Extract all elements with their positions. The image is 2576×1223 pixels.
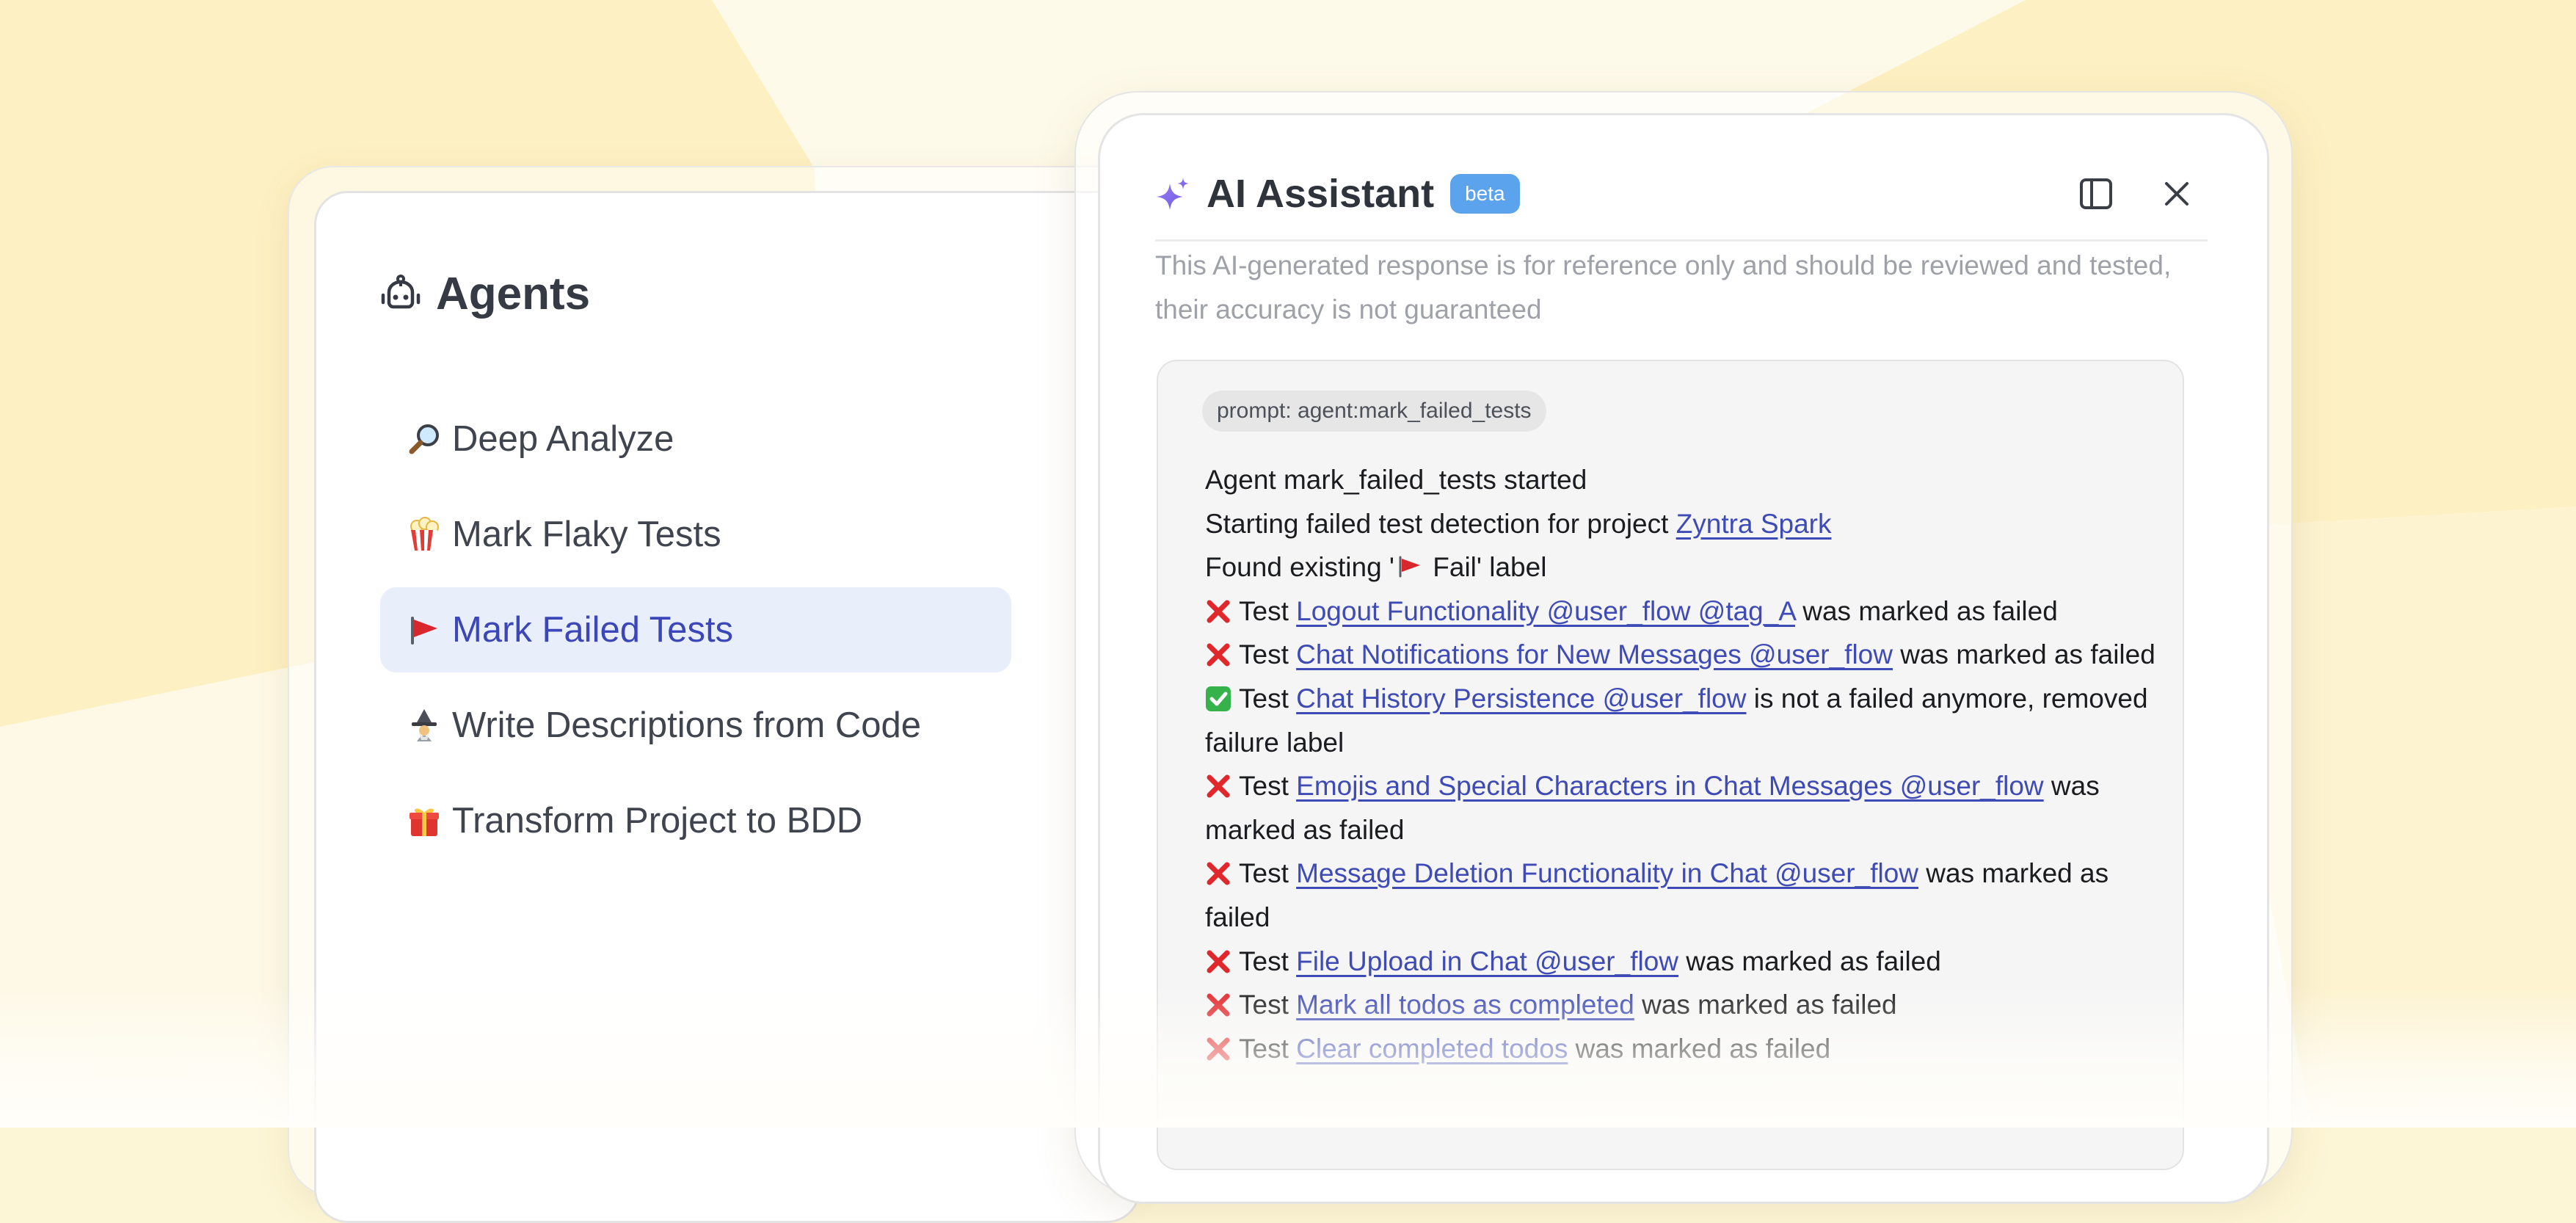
test-link[interactable]: Emojis and Special Characters in Chat Me…: [1296, 771, 2044, 801]
log-text: Test: [1239, 639, 1297, 670]
sidebar-toggle-button[interactable]: [2075, 173, 2117, 214]
check-mark-icon: [1206, 686, 1231, 711]
agent-item-label: Deep Analyze: [452, 419, 674, 459]
log-text: was marked as failed: [1634, 990, 1897, 1020]
agents-panel-title: Agents: [380, 263, 590, 324]
agent-item-label: Write Descriptions from Code: [452, 705, 922, 745]
log-text: Test: [1239, 595, 1297, 626]
log-text: Test: [1239, 990, 1297, 1020]
log-line: Found existing ' Fail' label: [1205, 545, 2159, 589]
log-text: was marked as failed: [1568, 1033, 1831, 1064]
log-text: was marked as failed: [1678, 946, 1941, 976]
log-line: Starting failed test detection for proje…: [1205, 502, 2159, 546]
prompt-chip: prompt: agent:mark_failed_tests: [1202, 391, 1546, 432]
cross-mark-icon: [1207, 643, 1230, 667]
agent-item-transform-bdd[interactable]: Transform Project to BDD: [380, 778, 1011, 863]
header-divider: [1155, 239, 2208, 242]
test-link[interactable]: Chat History Persistence @user_flow: [1296, 683, 1746, 714]
test-link[interactable]: Chat Notifications for New Messages @use…: [1296, 639, 1893, 669]
cross-mark-icon: [1207, 950, 1230, 973]
log-entry: Test File Upload in Chat @user_flow was …: [1205, 940, 2159, 984]
close-icon: [2165, 182, 2188, 206]
log-entry: Test Mark all todos as completed was mar…: [1205, 983, 2159, 1027]
agent-item-label: Mark Flaky Tests: [452, 515, 721, 554]
log-text: Fail' label: [1425, 552, 1547, 583]
close-button[interactable]: [2156, 173, 2197, 214]
test-link[interactable]: Clear completed todos: [1296, 1034, 1568, 1064]
log-text: was marked as failed: [1794, 595, 2058, 626]
log-text: Agent mark_failed_tests started: [1205, 465, 1587, 495]
log-text: Test: [1239, 1033, 1297, 1064]
log-entry: Test Chat Notifications for New Messages…: [1205, 633, 2159, 677]
agent-item-label: Mark Failed Tests: [452, 610, 734, 650]
red-flag-icon: [405, 611, 443, 649]
wizard-icon: [405, 706, 443, 744]
log-text: Starting failed test detection for proje…: [1205, 508, 1676, 539]
log-entry: Test Emojis and Special Characters in Ch…: [1205, 764, 2159, 852]
popcorn-icon: [405, 515, 443, 554]
robot-icon: [381, 275, 421, 309]
log-text: was marked as failed: [1892, 639, 2155, 670]
log-entry: Test Clear completed todos was marked as…: [1205, 1027, 2159, 1071]
log-line: Agent mark_failed_tests started: [1205, 458, 2159, 502]
cross-mark-icon: [1207, 993, 1230, 1017]
log-text: Test: [1239, 771, 1297, 802]
log-entry: Test Message Deletion Functionality in C…: [1205, 852, 2159, 939]
cross-mark-icon: [1207, 774, 1230, 798]
cross-mark-icon: [1207, 862, 1230, 885]
log-text: Found existing ': [1205, 552, 1394, 583]
test-link[interactable]: Message Deletion Functionality in Chat @…: [1296, 858, 1918, 888]
gift-icon: [405, 802, 443, 840]
sparkle-icon: [1157, 178, 1189, 210]
test-link[interactable]: Mark all todos as completed: [1296, 990, 1634, 1020]
cross-mark-icon: [1207, 600, 1230, 623]
ai-assistant-title: AI Assistant: [1207, 172, 1435, 216]
agent-item-mark-flaky-tests[interactable]: Mark Flaky Tests: [380, 492, 1011, 577]
magnifier-icon: [405, 420, 443, 458]
log-entry: Test Chat History Persistence @user_flow…: [1205, 677, 2159, 764]
agent-item-deep-analyze[interactable]: Deep Analyze: [380, 396, 1011, 482]
agent-item-mark-failed-tests[interactable]: Mark Failed Tests: [380, 587, 1011, 672]
project-link[interactable]: Zyntra Spark: [1676, 509, 1832, 539]
test-link[interactable]: Logout Functionality @user_flow @tag_A: [1296, 596, 1795, 626]
log-text: Test: [1239, 946, 1297, 976]
red-flag-icon: [1399, 556, 1420, 578]
sidebar-toggle-icon: [2080, 178, 2112, 209]
beta-badge: beta: [1450, 174, 1520, 214]
log-text: Test: [1239, 683, 1297, 714]
ai-assistant-header: AI Assistant beta: [1155, 163, 1520, 225]
agent-item-write-descriptions[interactable]: Write Descriptions from Code: [380, 683, 1011, 768]
test-link[interactable]: File Upload in Chat @user_flow: [1296, 946, 1678, 976]
cross-mark-icon: [1207, 1037, 1230, 1061]
disclaimer-text: This AI-generated response is for refere…: [1155, 250, 2172, 324]
agent-log: Agent mark_failed_tests started Starting…: [1205, 458, 2159, 1070]
log-entry: Test Logout Functionality @user_flow @ta…: [1205, 589, 2159, 634]
log-text: Test: [1239, 858, 1297, 889]
agent-item-label: Transform Project to BDD: [452, 801, 863, 841]
agents-title-text: Agents: [436, 268, 591, 319]
